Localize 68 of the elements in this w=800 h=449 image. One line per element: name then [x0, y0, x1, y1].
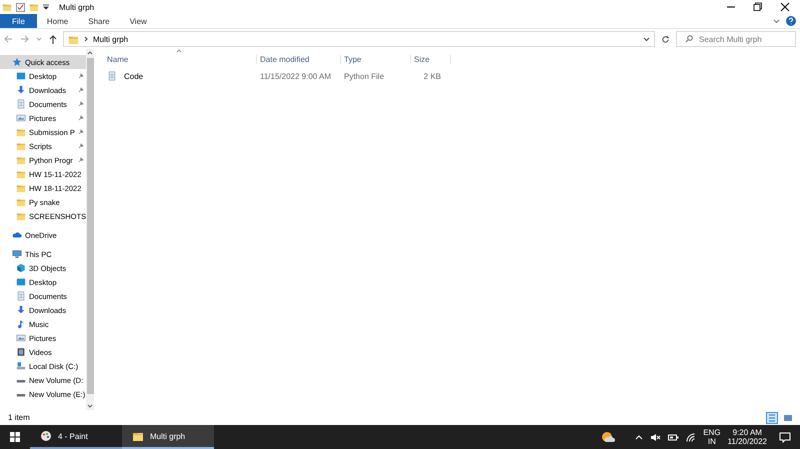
folder-icon [16, 211, 26, 221]
windows-start-icon[interactable] [10, 432, 20, 442]
paint-icon [40, 430, 52, 442]
documents-icon [16, 99, 26, 109]
python-file-icon [107, 71, 117, 81]
up-arrow-icon[interactable] [49, 34, 57, 44]
type-cell-text: Python File [343, 72, 386, 80]
folder-icon [2, 2, 12, 12]
item-count: 1 item [8, 413, 30, 422]
folder-icon [16, 155, 26, 165]
folder-icon [132, 430, 144, 442]
chevron-icon [84, 36, 88, 42]
folder-icon [16, 197, 26, 207]
documents-icon [16, 291, 26, 301]
folder-icon [16, 141, 26, 151]
column-header[interactable]: Size [411, 54, 451, 64]
weather-icon[interactable] [601, 431, 616, 443]
pin-icon[interactable] [78, 115, 84, 121]
cloud-icon [12, 230, 22, 240]
window-title: Multi grph [59, 2, 96, 12]
checkmark-icon[interactable] [16, 2, 25, 12]
clock[interactable]: 9:20 AM 11/20/2022 [728, 428, 767, 446]
speaker-muted-icon[interactable] [650, 432, 662, 442]
desktop-icon [16, 277, 26, 287]
folder-icon [29, 2, 39, 12]
folder-icon [16, 169, 26, 179]
help-icon[interactable] [786, 16, 796, 26]
search-icon [685, 35, 693, 43]
column-header[interactable]: Type [341, 54, 411, 64]
star-icon [12, 57, 22, 67]
pin-icon[interactable] [78, 129, 84, 135]
date-modified-cell-text: 11/15/2022 9:00 AM [259, 72, 332, 80]
column-header[interactable]: Date modified [257, 54, 341, 64]
taskbar-app[interactable]: Multi grph [122, 425, 214, 449]
address-bar[interactable]: Multi grph [63, 31, 655, 47]
chevron-icon[interactable] [643, 36, 650, 42]
pin-icon[interactable] [78, 73, 84, 79]
downloads-icon [16, 305, 26, 315]
ribbon-tab[interactable]: Home [36, 14, 78, 28]
search-field[interactable]: Search Multi grph [676, 31, 796, 47]
downloads-icon [16, 85, 26, 95]
wifi-icon[interactable] [686, 432, 696, 442]
battery-icon[interactable] [668, 433, 680, 441]
details-view-icon[interactable] [766, 412, 778, 424]
ribbon-tab[interactable]: View [120, 14, 157, 28]
folder-icon [16, 127, 26, 137]
pictures-icon [16, 113, 26, 123]
column-header[interactable]: Name [104, 54, 257, 64]
pictures-icon [16, 333, 26, 343]
desktop-icon [16, 71, 26, 81]
pin-icon[interactable] [78, 101, 84, 107]
ribbon-tab[interactable]: Share [78, 14, 120, 28]
address-path: Multi grph [93, 34, 130, 44]
ribbon-tab[interactable]: File [0, 14, 37, 28]
pin-icon[interactable] [78, 157, 84, 163]
videos-icon [16, 347, 26, 357]
size-cell-text: 2 KB [422, 72, 442, 80]
music-icon [16, 319, 26, 329]
pin-icon[interactable] [78, 87, 84, 93]
disk-icon [16, 361, 26, 371]
dropdown-icon[interactable] [43, 4, 49, 10]
folder-icon [16, 183, 26, 193]
pin-icon[interactable] [78, 143, 84, 149]
objects3d-icon [16, 263, 26, 273]
pc-icon [12, 249, 22, 259]
file-name[interactable]: Code [121, 72, 144, 80]
refresh-icon[interactable] [661, 34, 670, 44]
language-indicator[interactable]: ENG IN [703, 428, 721, 446]
